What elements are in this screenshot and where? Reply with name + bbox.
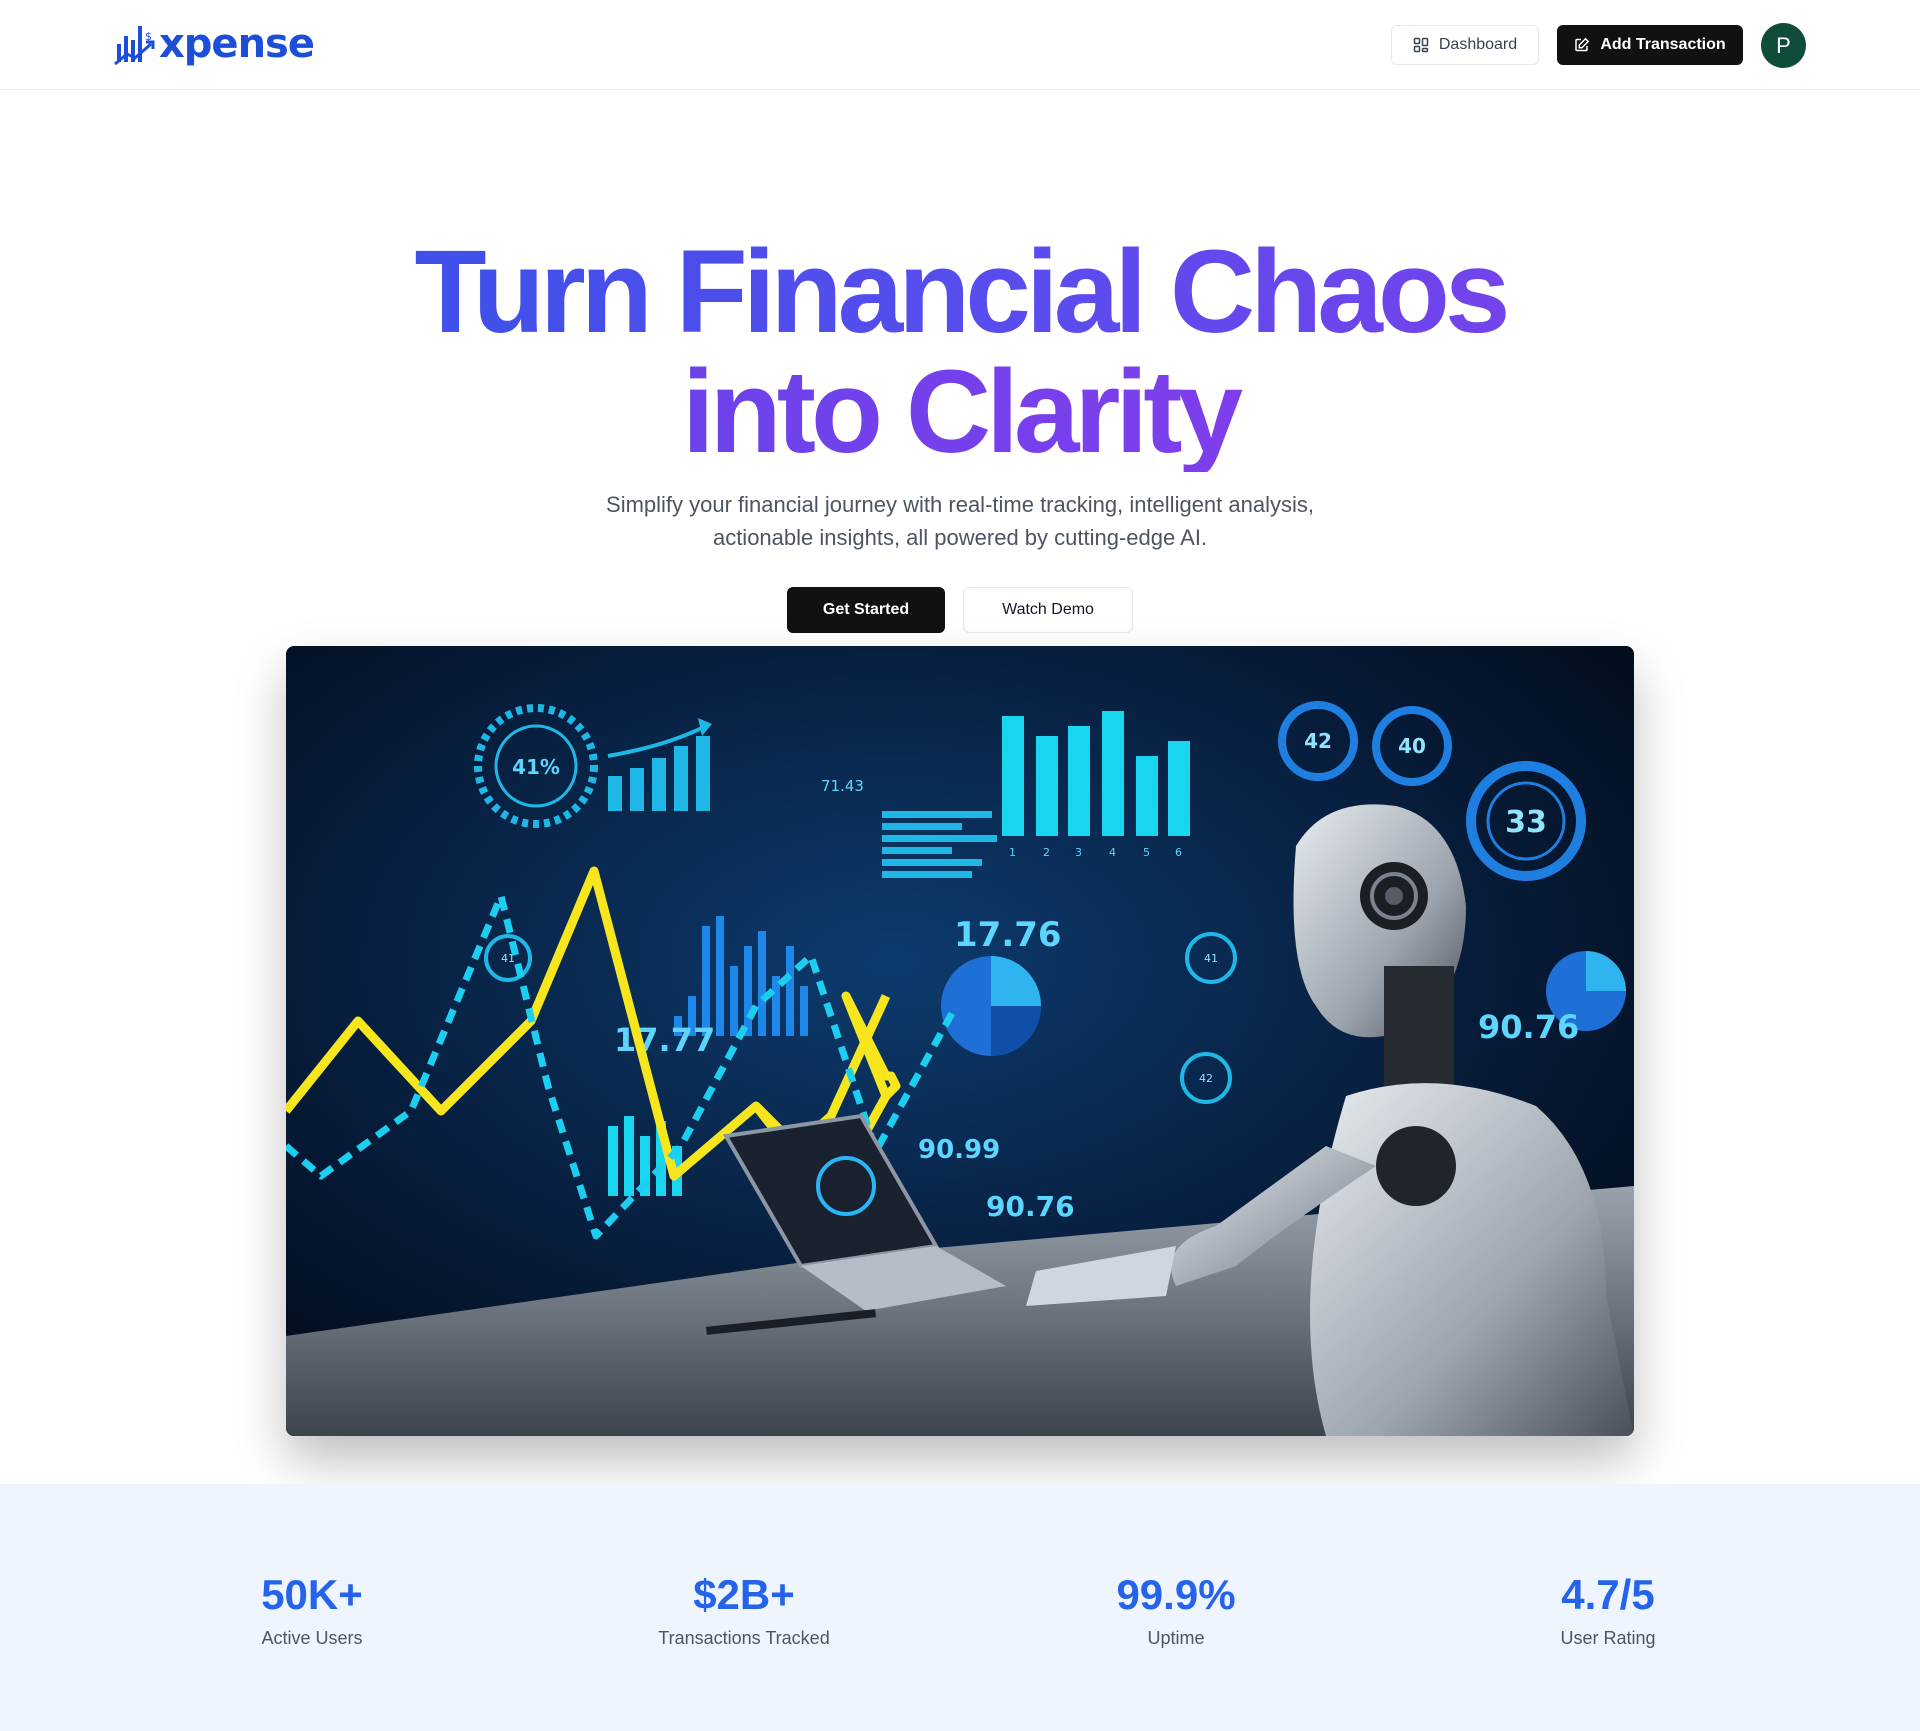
svg-text:17.76: 17.76 — [954, 915, 1062, 955]
user-avatar[interactable]: P — [1761, 23, 1806, 68]
stat-label: User Rating — [1560, 1628, 1656, 1648]
svg-text:6: 6 — [1175, 846, 1182, 859]
stat-value: 50K+ — [261, 1571, 363, 1618]
logo-chart-icon: $ — [114, 26, 155, 66]
stats-section: 50K+ Active Users $2B+ Transactions Trac… — [0, 1484, 1920, 1731]
get-started-button[interactable]: Get Started — [787, 587, 945, 633]
watch-demo-label: Watch Demo — [1002, 601, 1094, 618]
get-started-label: Get Started — [822, 601, 910, 618]
svg-text:3: 3 — [1075, 846, 1082, 859]
svg-text:90.76: 90.76 — [1478, 1008, 1579, 1046]
dashboard-button-label: Dashboard — [1438, 36, 1518, 53]
gauge-percent-label: 41% — [512, 755, 560, 779]
stat-value: 99.9% — [1116, 1571, 1236, 1618]
stat-active-users: 50K+ Active Users — [162, 1570, 462, 1649]
add-transaction-label: Add Transaction — [1600, 36, 1726, 53]
svg-text:90.76: 90.76 — [986, 1190, 1075, 1223]
stat-label: Active Users — [261, 1628, 363, 1648]
svg-text:17.77: 17.77 — [614, 1021, 715, 1059]
headline-line-2: into Clarity — [0, 352, 1920, 472]
stat-value: $2B+ — [693, 1571, 795, 1618]
dashboard-button[interactable]: Dashboard — [1391, 25, 1539, 65]
svg-text:42: 42 — [1199, 1072, 1213, 1085]
svg-text:42: 42 — [1304, 729, 1332, 753]
hero-subtitle: Simplify your financial journey with rea… — [606, 492, 1314, 550]
stat-label: Uptime — [1147, 1628, 1205, 1648]
brand-name: xpense — [159, 21, 315, 67]
layout-grid-icon — [1413, 37, 1429, 53]
hero-headline: Turn Financial Chaos into Clarity — [0, 232, 1920, 472]
svg-text:40: 40 — [1398, 734, 1426, 758]
pen-square-icon — [1575, 37, 1590, 52]
hero-image-robot-analytics: 41% 71.43 1 2 3 4 5 6 42 40 33 41 41 42 … — [286, 646, 1634, 1436]
value-top-label: 71.43 — [821, 777, 864, 795]
headline-line-1: Turn Financial Chaos — [0, 232, 1920, 352]
stat-value: 4.7/5 — [1561, 1571, 1655, 1618]
stat-transactions-tracked: $2B+ Transactions Tracked — [594, 1570, 894, 1649]
svg-text:2: 2 — [1043, 846, 1050, 859]
avatar-initial: P — [1776, 32, 1791, 58]
stat-user-rating: 4.7/5 User Rating — [1458, 1570, 1758, 1649]
watch-demo-button[interactable]: Watch Demo — [963, 587, 1133, 633]
stat-uptime: 99.9% Uptime — [1026, 1570, 1326, 1649]
stat-label: Transactions Tracked — [658, 1628, 830, 1648]
svg-text:$: $ — [145, 30, 152, 43]
svg-text:33: 33 — [1505, 805, 1547, 840]
add-transaction-button[interactable]: Add Transaction — [1557, 25, 1743, 65]
xpense-logo[interactable]: $ xpense — [113, 18, 315, 70]
svg-text:41: 41 — [1204, 952, 1218, 965]
svg-text:5: 5 — [1143, 846, 1150, 859]
svg-text:90.99: 90.99 — [918, 1135, 1000, 1165]
svg-text:1: 1 — [1009, 846, 1016, 859]
top-nav-bar: $ xpense Dashboard Add Transaction P — [0, 0, 1920, 90]
svg-text:4: 4 — [1109, 846, 1116, 859]
ai-robot-illustration: 41% 71.43 1 2 3 4 5 6 42 40 33 41 41 42 … — [286, 646, 1634, 1436]
